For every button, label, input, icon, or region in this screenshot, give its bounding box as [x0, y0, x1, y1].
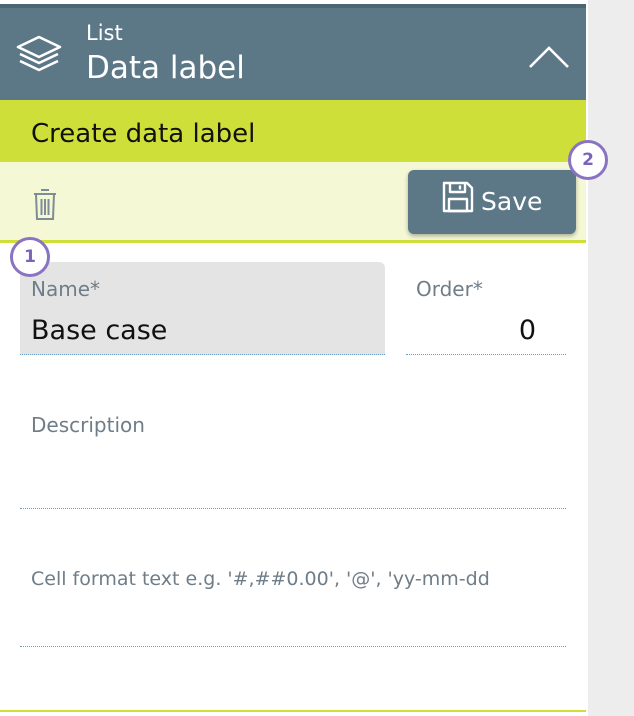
- name-field-value[interactable]: Base case: [31, 314, 167, 348]
- floppy-disk-icon: [442, 181, 474, 213]
- layers-icon: [16, 35, 62, 72]
- save-button[interactable]: Save: [408, 170, 576, 234]
- trash-icon[interactable]: [31, 186, 59, 222]
- annotation-badge-2: 2: [568, 140, 608, 180]
- description-field-label: Description: [31, 413, 145, 437]
- panel-header: List Data label: [0, 4, 586, 100]
- chevron-up-icon[interactable]: [527, 44, 571, 70]
- order-field-value[interactable]: 0: [406, 314, 536, 348]
- annotation-badge-1: 1: [10, 237, 50, 277]
- name-field-label: Name*: [31, 277, 101, 301]
- cell-format-placeholder: Cell format text e.g. '#,##0.00', '@', '…: [31, 568, 490, 590]
- scroll-gutter: [588, 0, 634, 716]
- description-field[interactable]: Description: [20, 400, 566, 509]
- header-title: Data label: [86, 50, 245, 86]
- order-field-label: Order*: [416, 277, 483, 301]
- toolbar-divider: [0, 240, 586, 243]
- form-title: Create data label: [31, 119, 256, 149]
- order-field[interactable]: Order* 0: [406, 262, 566, 355]
- panel-bottom-divider: [0, 710, 586, 712]
- cell-format-field[interactable]: Cell format text e.g. '#,##0.00', '@', '…: [20, 550, 566, 647]
- data-label-panel: List Data label Create data label Save 2…: [0, 0, 608, 716]
- header-top-shade: [0, 4, 586, 8]
- name-field[interactable]: Name* Base case: [20, 262, 385, 355]
- header-subtitle: List: [86, 21, 123, 45]
- save-button-label: Save: [481, 187, 543, 216]
